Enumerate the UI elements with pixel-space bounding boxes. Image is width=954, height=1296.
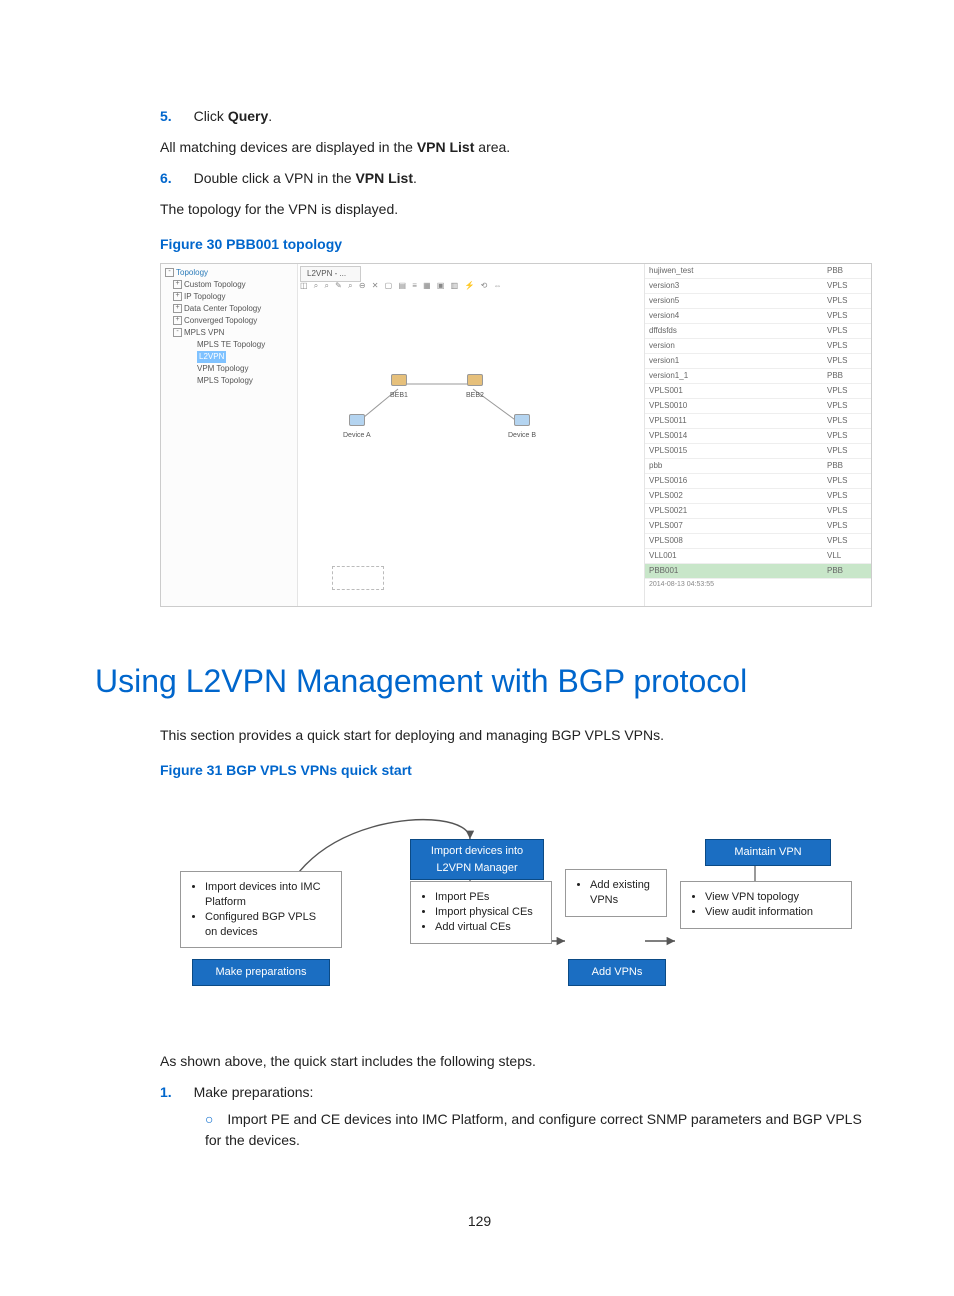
vpn-list-row[interactable]: versionVPLS bbox=[645, 339, 871, 354]
tree-root[interactable]: -Topology bbox=[165, 267, 293, 279]
vpn-list-row[interactable]: hujiwen_testPBB bbox=[645, 264, 871, 279]
vpn-list-row[interactable]: version5VPLS bbox=[645, 294, 871, 309]
vpn-list-row[interactable]: version1_1PBB bbox=[645, 369, 871, 384]
step-6-number: 6. bbox=[160, 170, 172, 186]
vpn-list-row[interactable]: version1VPLS bbox=[645, 354, 871, 369]
vpn-list-row[interactable]: pbbPBB bbox=[645, 459, 871, 474]
vpn-list[interactable]: hujiwen_testPBBversion3VPLSversion5VPLSv… bbox=[644, 264, 871, 606]
step-6-result: The topology for the VPN is displayed. bbox=[160, 199, 864, 220]
vpn-list-row[interactable]: VPLS0016VPLS bbox=[645, 474, 871, 489]
vpn-list-row[interactable]: VLL001VLL bbox=[645, 549, 871, 564]
tree-item[interactable]: +Custom Topology bbox=[165, 279, 293, 291]
step-5-text-b: . bbox=[268, 108, 272, 124]
import-devices-button: Import devices into L2VPN Manager bbox=[410, 839, 544, 880]
section-title: Using L2VPN Management with BGP protocol bbox=[95, 657, 864, 705]
vpn-list-row[interactable]: VPLS002VPLS bbox=[645, 489, 871, 504]
step-5-bold: Query bbox=[228, 108, 268, 124]
vpn-list-row[interactable]: dffdsfdsVPLS bbox=[645, 324, 871, 339]
step-6: 6. Double click a VPN in the VPN List. bbox=[160, 168, 864, 189]
node-device-a[interactable]: Device A bbox=[343, 414, 371, 441]
quickstart-lead: As shown above, the quick start includes… bbox=[160, 1051, 864, 1072]
vpn-list-row[interactable]: VPLS007VPLS bbox=[645, 519, 871, 534]
preparations-box: Import devices into IMC Platform Configu… bbox=[180, 871, 342, 948]
step-5-result: All matching devices are displayed in th… bbox=[160, 137, 864, 158]
tree-item[interactable]: +Converged Topology bbox=[165, 315, 293, 327]
maintain-vpn-box: View VPN topology View audit information bbox=[680, 881, 852, 929]
tree-item[interactable]: +Data Center Topology bbox=[165, 303, 293, 315]
step-5-text-a: Click bbox=[194, 108, 228, 124]
figure-31-caption: Figure 31 BGP VPLS VPNs quick start bbox=[160, 760, 864, 781]
bullet-icon: ○ bbox=[205, 1111, 213, 1127]
tree-item[interactable]: L2VPN bbox=[165, 351, 293, 363]
vpn-list-row[interactable]: VPLS001VPLS bbox=[645, 384, 871, 399]
qs-step-1a: ○ Import PE and CE devices into IMC Plat… bbox=[205, 1109, 864, 1151]
qs-step-1: 1. Make preparations: bbox=[160, 1082, 864, 1103]
maintain-vpn-button: Maintain VPN bbox=[705, 839, 831, 866]
tree-item[interactable]: -MPLS VPN bbox=[165, 327, 293, 339]
node-beb2[interactable]: BEB2 bbox=[466, 374, 484, 401]
tree-item[interactable]: +IP Topology bbox=[165, 291, 293, 303]
topology-canvas[interactable]: L2VPN - ... ◫ ⌕ ⌕ ✎ ⌕ ⊖ ✕ ▢ ▤ ≡ ▦ ▣ ▥ ⚡ … bbox=[298, 264, 644, 606]
tree-item[interactable]: MPLS TE Topology bbox=[165, 339, 293, 351]
tree-item[interactable]: MPLS Topology bbox=[165, 375, 293, 387]
vpn-list-timestamp: 2014-08-13 04:53:55 bbox=[645, 579, 871, 592]
vpn-list-row[interactable]: version4VPLS bbox=[645, 309, 871, 324]
node-device-b[interactable]: Device B bbox=[508, 414, 536, 441]
vpn-list-row[interactable]: version3VPLS bbox=[645, 279, 871, 294]
step-5-number: 5. bbox=[160, 108, 172, 124]
page-number: 129 bbox=[95, 1211, 864, 1232]
vpn-list-row[interactable]: VPLS0015VPLS bbox=[645, 444, 871, 459]
vpn-list-row[interactable]: PBB001PBB bbox=[645, 564, 871, 579]
vpn-list-row[interactable]: VPLS0021VPLS bbox=[645, 504, 871, 519]
figure-30-screenshot: -Topology +Custom Topology+IP Topology+D… bbox=[160, 263, 872, 607]
vpn-list-row[interactable]: VPLS0014VPLS bbox=[645, 429, 871, 444]
minimap[interactable] bbox=[302, 554, 412, 602]
vpn-list-row[interactable]: VPLS0010VPLS bbox=[645, 399, 871, 414]
step-5: 5. Click Query. bbox=[160, 106, 864, 127]
node-beb1[interactable]: BEB1 bbox=[390, 374, 408, 401]
import-devices-box: Import PEs Import physical CEs Add virtu… bbox=[410, 881, 552, 944]
add-vpns-box: Add existing VPNs bbox=[565, 869, 667, 917]
make-preparations-button: Make preparations bbox=[192, 959, 330, 986]
vpn-list-row[interactable]: VPLS008VPLS bbox=[645, 534, 871, 549]
section-intro: This section provides a quick start for … bbox=[160, 725, 864, 746]
figure-31-diagram: Import devices into IMC Platform Configu… bbox=[160, 791, 870, 1021]
topology-tree[interactable]: -Topology +Custom Topology+IP Topology+D… bbox=[161, 264, 298, 606]
figure-30-caption: Figure 30 PBB001 topology bbox=[160, 234, 864, 255]
add-vpns-button: Add VPNs bbox=[568, 959, 666, 986]
vpn-list-row[interactable]: VPLS0011VPLS bbox=[645, 414, 871, 429]
tree-item[interactable]: VPM Topology bbox=[165, 363, 293, 375]
